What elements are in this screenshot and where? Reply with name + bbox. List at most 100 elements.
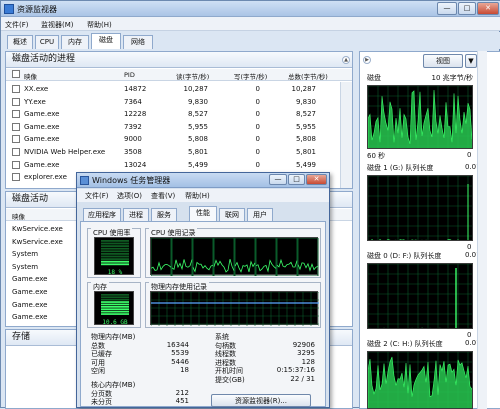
tm-menu-file[interactable]: 文件(F) xyxy=(85,191,109,201)
tm-menu-help[interactable]: 帮助(H) xyxy=(185,191,210,201)
tm-tab-applications[interactable]: 应用程序 xyxy=(83,208,121,221)
col-total[interactable]: 总数(字节/秒) xyxy=(288,71,328,81)
cpu-core-pane xyxy=(255,237,277,277)
tab-memory[interactable]: 内存 xyxy=(61,35,89,49)
cpu-core-pane xyxy=(171,237,193,277)
stat-value: 92906 xyxy=(292,340,315,349)
col-read[interactable]: 读(字节/秒) xyxy=(176,71,209,81)
tab-overview[interactable]: 概述 xyxy=(7,35,33,49)
total-bytes: 5,801 xyxy=(295,148,316,156)
col-write[interactable]: 写(字节/秒) xyxy=(234,71,267,81)
total-bytes: 5,808 xyxy=(295,135,316,144)
row-checkbox[interactable] xyxy=(12,110,20,119)
image-name: Game.exe xyxy=(24,135,60,144)
resource-monitor-button[interactable]: 资源监视器(R)... xyxy=(211,394,311,407)
tab-network[interactable]: 网络 xyxy=(123,35,153,49)
write-bytes: 0 xyxy=(255,160,260,169)
menu-monitor[interactable]: 监视器(M) xyxy=(41,20,74,30)
row-checkbox[interactable] xyxy=(12,85,20,93)
meter-segment xyxy=(101,250,129,253)
row-checkbox[interactable] xyxy=(12,97,20,106)
minimize-button[interactable]: — xyxy=(437,2,457,15)
graph-disk-value: 10 兆字节/秒 xyxy=(431,74,474,82)
read-bytes: 8,527 xyxy=(187,110,208,119)
row-checkbox[interactable] xyxy=(12,148,20,156)
tab-cpu[interactable]: CPU xyxy=(35,35,59,49)
disk-activity-title: 磁盘活动 xyxy=(12,194,49,204)
graph-disk-time: 60 秒 xyxy=(367,152,386,160)
row-checkbox[interactable] xyxy=(12,135,20,144)
tm-title-bar: Windows 任务管理器 — □ ✕ xyxy=(77,173,329,188)
stat-value: 16344 xyxy=(166,340,189,349)
tm-minimize-button[interactable]: — xyxy=(269,174,287,185)
table-row[interactable]: Game.exe 9000 5,808 0 5,808 xyxy=(6,133,342,146)
tm-close-button[interactable]: ✕ xyxy=(306,174,327,185)
read-bytes: 5,499 xyxy=(187,160,208,169)
tm-performance-body: CPU 使用率 18 % CPU 使用记录 内存 10.6 GB 物理内存使用记… xyxy=(80,221,326,407)
pid: 14872 xyxy=(124,85,147,93)
table-row[interactable]: Game.exe 7392 5,955 0 5,955 xyxy=(6,121,342,134)
cpu-core-line xyxy=(234,260,256,273)
tab-disk[interactable]: 磁盘 xyxy=(91,33,121,49)
cpu-core-pane xyxy=(192,237,214,277)
menu-help[interactable]: 帮助(H) xyxy=(87,20,112,30)
meter-segment xyxy=(101,255,129,258)
tm-tab-services[interactable]: 服务 xyxy=(151,208,177,221)
row-checkbox[interactable] xyxy=(12,173,20,182)
view-button[interactable]: 视图 xyxy=(423,54,463,68)
write-bytes: 0 xyxy=(255,135,260,144)
disk-processes-scrollbar[interactable] xyxy=(340,82,352,188)
close-button[interactable]: ✕ xyxy=(477,2,499,15)
meter-segment xyxy=(101,296,129,299)
meter-segment xyxy=(101,310,129,313)
col-pid[interactable]: PID xyxy=(124,71,135,79)
pid: 7364 xyxy=(124,97,142,106)
view-dropdown-icon[interactable]: ▼ xyxy=(465,54,477,68)
tm-tab-users[interactable]: 用户 xyxy=(247,208,273,221)
col-image[interactable]: 映像 xyxy=(12,211,25,221)
cpu-percent: 18 % xyxy=(108,269,123,276)
meter-segment xyxy=(101,240,129,242)
tm-tab-networking[interactable]: 联网 xyxy=(219,208,245,221)
system-stats: 系统 句柄数 92906 线程数 3295 进程数 128 开机时间 0:15:37:1… xyxy=(215,332,315,384)
total-bytes: 9,830 xyxy=(295,97,316,106)
menu-file[interactable]: 文件(F) xyxy=(5,20,29,30)
table-row[interactable]: XX.exe 14872 10,287 0 10,287 xyxy=(6,83,342,96)
col-image[interactable]: 映像 xyxy=(24,71,37,81)
row-checkbox[interactable] xyxy=(12,160,20,169)
expand-right-icon[interactable]: ▶ xyxy=(363,56,371,64)
resource-monitor-icon xyxy=(4,4,14,14)
meter-segment xyxy=(101,294,129,296)
tm-menu-view[interactable]: 查看(V) xyxy=(151,191,175,201)
tm-tab-processes[interactable]: 进程 xyxy=(123,208,149,221)
tm-menu-options[interactable]: 选项(O) xyxy=(117,191,142,201)
graph-disk xyxy=(367,85,473,149)
graph-pane-scrollbar[interactable] xyxy=(477,51,487,409)
memory-meter: 10.6 GB xyxy=(94,291,134,326)
cpu-history-graph xyxy=(150,237,319,277)
table-row[interactable]: Game.exe 12228 8,527 0 8,527 xyxy=(6,108,342,121)
collapse-icon[interactable]: ▲ xyxy=(342,56,350,64)
image-name: YY.exe xyxy=(24,97,46,106)
cpu-meter: 18 % xyxy=(94,237,134,276)
total-bytes: 5,499 xyxy=(295,160,316,169)
total-bytes: 8,527 xyxy=(295,110,316,119)
task-manager-icon xyxy=(80,176,89,185)
table-row[interactable]: Game.exe 13024 5,499 0 5,499 xyxy=(6,159,342,172)
table-row[interactable]: NVIDIA Web Helper.exe 3508 5,801 0 5,801 xyxy=(6,146,342,159)
tm-tab-performance[interactable]: 性能 xyxy=(189,206,217,221)
tm-maximize-button[interactable]: □ xyxy=(288,174,305,185)
image-name: Game.exe xyxy=(12,313,48,322)
stat-value: 212 xyxy=(175,388,189,397)
row-checkbox[interactable] xyxy=(12,122,20,131)
select-all-checkbox[interactable] xyxy=(12,70,20,78)
table-row[interactable]: YY.exe 7364 9,830 0 9,830 xyxy=(6,96,342,109)
maximize-button[interactable]: □ xyxy=(458,2,476,15)
disk-processes-columns: 映像 PID 读(字节/秒) 写(字节/秒) 总数(字节/秒) xyxy=(6,69,352,81)
memory-value: 10.6 GB xyxy=(102,319,128,326)
title-bar: 资源监视器 — □ ✕ xyxy=(1,1,500,17)
image-name: Game.exe xyxy=(24,122,60,131)
disk-processes-header[interactable]: 磁盘活动的进程 ▲ xyxy=(6,52,352,68)
stat-label: 空闲 xyxy=(91,367,105,375)
meter-segment xyxy=(101,301,129,303)
